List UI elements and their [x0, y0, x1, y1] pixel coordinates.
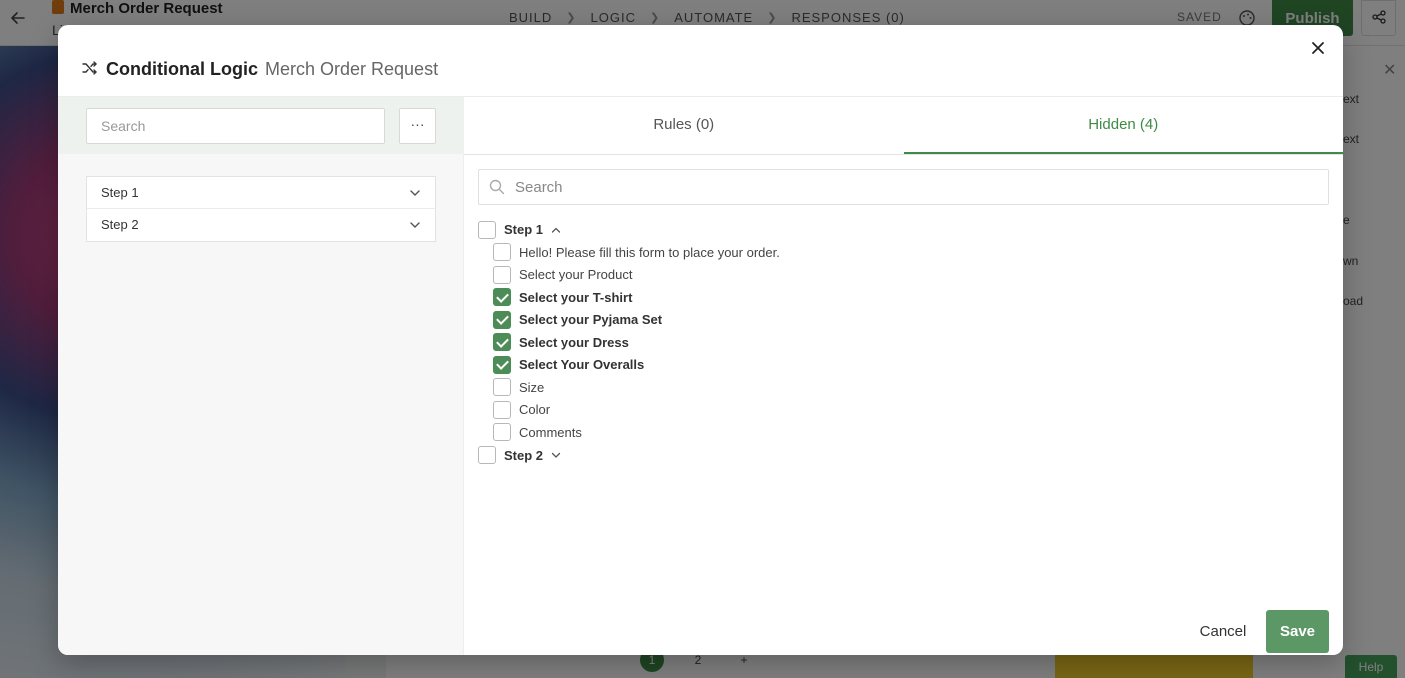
hidden-search-box: [478, 169, 1329, 205]
close-button[interactable]: [1307, 37, 1329, 59]
field-checkbox[interactable]: [493, 310, 511, 329]
more-options-button[interactable]: ···: [399, 108, 436, 144]
group-label[interactable]: Step 2: [504, 448, 543, 463]
chevron-down-icon: [410, 190, 420, 196]
field-checkbox[interactable]: [493, 333, 511, 352]
modal-title: Conditional Logic: [106, 59, 258, 79]
field-label[interactable]: Select Your Overalls: [519, 357, 644, 372]
list-item: Color: [478, 399, 1329, 422]
group-label[interactable]: Step 1: [504, 222, 543, 237]
list-item: Comments: [478, 421, 1329, 444]
cancel-button[interactable]: Cancel: [1194, 610, 1252, 653]
chevron-up-icon[interactable]: [551, 225, 561, 235]
field-label[interactable]: Select your Dress: [519, 335, 629, 350]
rules-search-input[interactable]: [86, 108, 385, 144]
step-item-1[interactable]: Step 1: [87, 177, 435, 209]
list-item: Select Your Overalls: [478, 354, 1329, 377]
shuffle-icon: [82, 61, 97, 75]
step-list: Step 1 Step 2: [86, 176, 436, 242]
field-checkbox[interactable]: [493, 288, 511, 307]
modal-header: Conditional Logic Merch Order Request: [58, 25, 1343, 97]
field-checkbox[interactable]: [493, 400, 511, 419]
group-step-2: Step 2: [478, 444, 1329, 467]
field-label[interactable]: Color: [519, 402, 550, 417]
field-checkbox[interactable]: [493, 265, 511, 284]
group-step-1: Step 1: [478, 218, 1329, 241]
hidden-search-input[interactable]: [515, 170, 1315, 204]
list-item: Hello! Please fill this form to place yo…: [478, 241, 1329, 264]
field-checkbox[interactable]: [493, 243, 511, 262]
step-item-2[interactable]: Step 2: [87, 209, 435, 241]
field-label[interactable]: Size: [519, 380, 544, 395]
tab-hidden[interactable]: Hidden (4): [903, 97, 1343, 154]
group-checkbox[interactable]: [478, 220, 496, 239]
field-label[interactable]: Select your Pyjama Set: [519, 312, 662, 327]
close-icon: [1312, 42, 1324, 54]
chevron-down-icon: [410, 222, 420, 228]
list-item: Select your T-shirt: [478, 286, 1329, 309]
rules-sidebar-toolbar: ···: [58, 97, 464, 154]
field-label[interactable]: Select your T-shirt: [519, 290, 632, 305]
list-item: Select your Pyjama Set: [478, 309, 1329, 332]
modal-subtitle: Merch Order Request: [265, 59, 439, 79]
field-label[interactable]: Select your Product: [519, 267, 632, 282]
conditional-logic-modal: Conditional Logic Merch Order Request ··…: [58, 25, 1343, 655]
list-item: Size: [478, 376, 1329, 399]
tab-rules[interactable]: Rules (0): [464, 97, 904, 154]
field-checkbox[interactable]: [493, 423, 511, 442]
logic-content: Rules (0) Hidden (4) Step 1 Hello! Pleas…: [464, 97, 1343, 655]
field-checkbox[interactable]: [493, 378, 511, 397]
field-label[interactable]: Hello! Please fill this form to place yo…: [519, 245, 780, 260]
list-item: Select your Dress: [478, 331, 1329, 354]
step-item-label: Step 1: [101, 185, 139, 200]
rules-sidebar: ··· Step 1 Step 2: [58, 97, 464, 655]
save-button[interactable]: Save: [1266, 610, 1329, 653]
field-label[interactable]: Comments: [519, 425, 582, 440]
chevron-down-icon[interactable]: [551, 450, 561, 460]
hidden-fields-tree: Step 1 Hello! Please fill this form to p…: [478, 218, 1329, 467]
step-item-label: Step 2: [101, 217, 139, 232]
logic-tabs: Rules (0) Hidden (4): [464, 97, 1343, 155]
search-icon: [489, 179, 505, 195]
field-checkbox[interactable]: [493, 355, 511, 374]
list-item: Select your Product: [478, 264, 1329, 287]
group-checkbox[interactable]: [478, 446, 496, 464]
